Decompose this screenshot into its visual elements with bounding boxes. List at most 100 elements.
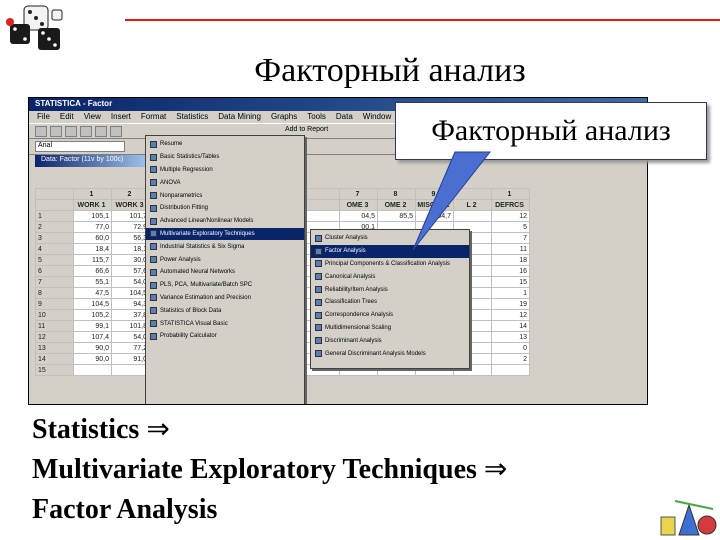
statistics-menu-item[interactable]: Probability Calculator <box>146 330 304 343</box>
statistics-menu-item[interactable]: Variance Estimation and Precision <box>146 292 304 305</box>
menu-insert[interactable]: Insert <box>111 112 131 122</box>
grid-cell[interactable]: 77,0 <box>73 221 112 233</box>
statistics-menu-item[interactable]: Power Analysis <box>146 253 304 266</box>
grid-cell[interactable] <box>35 188 74 200</box>
grid-cell[interactable]: 57,6 <box>111 265 150 277</box>
statistics-menu-item[interactable]: STATISTICA Visual Basic <box>146 317 304 330</box>
statistics-menu-item[interactable]: Statistics of Block Data <box>146 304 304 317</box>
statistics-menu-item[interactable]: Industrial Statistics & Six Sigma <box>146 240 304 253</box>
submenu-item[interactable]: Discriminant Analysis <box>311 334 469 347</box>
grid-cell[interactable]: 30,0 <box>111 254 150 266</box>
grid-cell[interactable]: 18 <box>491 254 530 266</box>
grid-cell[interactable]: OME 3 <box>339 199 378 211</box>
submenu-item[interactable]: Classification Trees <box>311 296 469 309</box>
grid-cell[interactable]: 5 <box>35 254 74 266</box>
font-combo[interactable]: Arial <box>35 141 125 152</box>
menu-window[interactable]: Window <box>363 112 391 122</box>
grid-cell[interactable]: 16 <box>491 265 530 277</box>
grid-cell[interactable]: 8 <box>35 287 74 299</box>
submenu-item[interactable]: Multidimensional Scaling <box>311 322 469 335</box>
menu-data-mining[interactable]: Data Mining <box>218 112 261 122</box>
grid-cell[interactable]: 0 <box>491 342 530 354</box>
grid-cell[interactable]: 19 <box>491 298 530 310</box>
submenu-item[interactable]: Canonical Analysis <box>311 270 469 283</box>
grid-cell[interactable]: 10 <box>35 309 74 321</box>
menu-statistics[interactable]: Statistics <box>176 112 208 122</box>
grid-cell[interactable]: WORK 1 <box>73 199 112 211</box>
open-icon[interactable] <box>35 126 47 137</box>
grid-cell[interactable]: 54,0 <box>111 331 150 343</box>
grid-cell[interactable]: 04,5 <box>339 210 378 222</box>
copy-icon[interactable] <box>95 126 107 137</box>
grid-cell[interactable]: 2 <box>35 221 74 233</box>
grid-cell[interactable]: 12 <box>491 309 530 321</box>
grid-cell[interactable]: 9 <box>35 298 74 310</box>
grid-cell[interactable]: 105,1 <box>73 210 112 222</box>
grid-cell[interactable]: 37,8 <box>111 309 150 321</box>
grid-cell[interactable]: 12 <box>35 331 74 343</box>
grid-cell[interactable]: 105,2 <box>73 309 112 321</box>
grid-cell[interactable]: 6 <box>35 265 74 277</box>
submenu-item[interactable]: Reliability/Item Analysis <box>311 283 469 296</box>
grid-cell[interactable]: 66,6 <box>73 265 112 277</box>
statistics-menu-item[interactable]: Multivariate Exploratory Techniques <box>146 227 304 241</box>
statistics-menu-item[interactable]: Multiple Regression <box>146 164 304 177</box>
grid-cell[interactable]: 72,9 <box>111 221 150 233</box>
grid-cell[interactable]: 4 <box>35 243 74 255</box>
grid-cell[interactable]: 14 <box>491 320 530 332</box>
grid-cell[interactable] <box>301 210 340 222</box>
statistics-menu-item[interactable]: Advanced Linear/Nonlinear Models <box>146 215 304 228</box>
grid-cell[interactable]: 90,0 <box>73 342 112 354</box>
grid-cell[interactable]: 13 <box>491 331 530 343</box>
menu-format[interactable]: Format <box>141 112 166 122</box>
grid-cell[interactable]: 104,5 <box>111 287 150 299</box>
menu-tools[interactable]: Tools <box>307 112 326 122</box>
grid-cell[interactable]: 11 <box>35 320 74 332</box>
grid-cell[interactable] <box>35 199 74 211</box>
statistics-menu-item[interactable]: Resume <box>146 138 304 151</box>
submenu-item[interactable]: General Discriminant Analysis Models <box>311 347 469 360</box>
menu-file[interactable]: File <box>37 112 50 122</box>
submenu-item[interactable]: Principal Components & Classification An… <box>311 258 469 271</box>
submenu-item[interactable]: Correspondence Analysis <box>311 309 469 322</box>
grid-cell[interactable]: 91,0 <box>111 353 150 365</box>
statistics-menu-item[interactable]: Nonparametrics <box>146 189 304 202</box>
statistics-menu-item[interactable]: PLS, PCA, Multivariate/Batch SPC <box>146 279 304 292</box>
save-icon[interactable] <box>50 126 62 137</box>
grid-cell[interactable]: 101,7 <box>111 210 150 222</box>
grid-cell[interactable]: 1 <box>35 210 74 222</box>
grid-cell[interactable]: 99,1 <box>73 320 112 332</box>
grid-cell[interactable]: 14 <box>35 353 74 365</box>
grid-cell[interactable]: 2 <box>491 353 530 365</box>
grid-cell[interactable]: 47,5 <box>73 287 112 299</box>
grid-cell[interactable]: 90,0 <box>73 353 112 365</box>
statistics-menu-item[interactable]: Automated Neural Networks <box>146 266 304 279</box>
grid-cell[interactable]: 101,8 <box>111 320 150 332</box>
grid-cell[interactable]: 18,1 <box>111 243 150 255</box>
menu-edit[interactable]: Edit <box>60 112 74 122</box>
print-icon[interactable] <box>65 126 77 137</box>
grid-cell[interactable]: 94,3 <box>111 298 150 310</box>
grid-cell[interactable]: 7 <box>35 276 74 288</box>
grid-cell[interactable]: 1 <box>73 188 112 200</box>
grid-cell[interactable]: 15 <box>491 276 530 288</box>
grid-cell[interactable]: 13 <box>35 342 74 354</box>
grid-cell[interactable]: 7 <box>339 188 378 200</box>
grid-cell[interactable]: 60,0 <box>73 232 112 244</box>
grid-cell[interactable]: 1 <box>491 287 530 299</box>
grid-cell[interactable]: 104,5 <box>73 298 112 310</box>
grid-cell[interactable]: WORK 3 <box>111 199 150 211</box>
grid-cell[interactable]: 115,7 <box>73 254 112 266</box>
grid-cell[interactable] <box>111 364 150 376</box>
grid-cell[interactable] <box>73 364 112 376</box>
paste-icon[interactable] <box>110 126 122 137</box>
grid-cell[interactable] <box>301 188 340 200</box>
statistics-menu-item[interactable]: Basic Statistics/Tables <box>146 151 304 164</box>
grid-cell[interactable]: 56,3 <box>111 232 150 244</box>
grid-cell[interactable]: 77,2 <box>111 342 150 354</box>
grid-cell[interactable]: 55,1 <box>73 276 112 288</box>
menu-data[interactable]: Data <box>336 112 353 122</box>
statistics-menu-item[interactable]: ANOVA <box>146 176 304 189</box>
cut-icon[interactable] <box>80 126 92 137</box>
grid-cell[interactable] <box>491 364 530 376</box>
